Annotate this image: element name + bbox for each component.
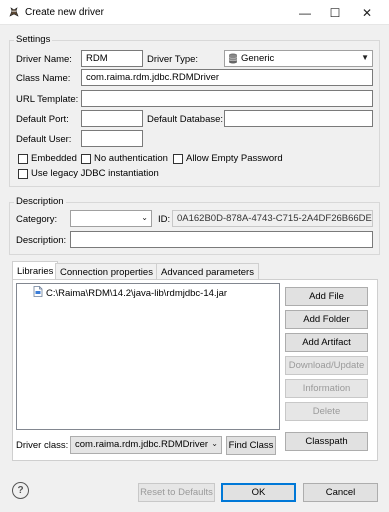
default-port-input[interactable] (81, 110, 143, 127)
embedded-label: Embedded (31, 153, 77, 164)
driver-name-label: Driver Name: (16, 54, 72, 65)
title-bar: Create new driver — ☐ ✕ (0, 0, 389, 25)
id-label: ID: (158, 214, 171, 225)
tab-libraries[interactable]: Libraries (12, 261, 59, 280)
jar-file-icon (33, 286, 43, 300)
chevron-down-icon: ▼ (361, 53, 369, 62)
default-port-label: Default Port: (16, 114, 69, 125)
tab-connection-properties[interactable]: Connection properties (55, 263, 158, 280)
driver-class-label: Driver class: (16, 440, 69, 451)
close-button[interactable]: ✕ (352, 0, 382, 25)
class-name-input[interactable]: com.raima.rdm.jdbc.RDMDriver (81, 69, 373, 86)
description-group-title: Description (14, 196, 66, 207)
driver-name-input[interactable]: RDM (81, 50, 143, 67)
delete-button[interactable]: Delete (285, 402, 368, 421)
allow-empty-password-checkbox-box[interactable] (173, 153, 183, 164)
list-item[interactable]: C:\Raima\RDM\14.2\java-lib\rdmjdbc-14.ja… (33, 286, 227, 300)
class-name-label: Class Name: (16, 73, 71, 84)
description-input[interactable] (70, 231, 373, 248)
category-select[interactable]: ⌄ (70, 210, 152, 227)
driver-type-value: Generic (241, 53, 275, 64)
driver-type-select[interactable]: Generic ▼ (224, 50, 373, 67)
no-auth-checkbox-box[interactable] (81, 153, 91, 164)
help-glyph: ? (17, 485, 24, 496)
library-path: C:\Raima\RDM\14.2\java-lib\rdmjdbc-14.ja… (46, 287, 228, 299)
add-folder-button[interactable]: Add Folder (285, 310, 368, 329)
information-button[interactable]: Information (285, 379, 368, 398)
add-file-button[interactable]: Add File (285, 287, 368, 306)
window-title: Create new driver (25, 7, 104, 18)
ok-button[interactable]: OK (221, 483, 296, 502)
driver-class-select[interactable]: com.raima.rdm.jdbc.RDMDriver ⌄ (70, 436, 222, 454)
url-template-input[interactable] (81, 90, 373, 107)
settings-group-title: Settings (14, 34, 53, 45)
url-template-label: URL Template: (16, 94, 79, 105)
no-auth-checkbox[interactable]: No authentication (81, 153, 168, 164)
legacy-jdbc-checkbox[interactable]: Use legacy JDBC instantiation (18, 168, 159, 179)
allow-empty-password-label: Allow Empty Password (186, 153, 283, 164)
default-user-label: Default User: (16, 134, 72, 145)
download-update-button[interactable]: Download/Update (285, 356, 368, 375)
allow-empty-password-checkbox[interactable]: Allow Empty Password (173, 153, 283, 164)
minimize-button[interactable]: — (290, 0, 320, 25)
classpath-button[interactable]: Classpath (285, 432, 368, 451)
embedded-checkbox-box[interactable] (18, 153, 28, 164)
chevron-down-icon: ⌄ (141, 213, 148, 222)
find-class-button[interactable]: Find Class (226, 436, 276, 455)
legacy-jdbc-label: Use legacy JDBC instantiation (31, 168, 159, 179)
no-auth-label: No authentication (94, 153, 168, 164)
id-field[interactable]: 0A162B0D-878A-4743-C715-2A4DF26B66DE (172, 210, 373, 227)
help-icon[interactable]: ? (12, 482, 29, 499)
description-label: Description: (16, 235, 67, 246)
category-label: Category: (16, 214, 58, 225)
tab-advanced-parameters-label: Advanced parameters (161, 266, 254, 278)
reset-to-defaults-button[interactable]: Reset to Defaults (138, 483, 215, 502)
tab-advanced-parameters[interactable]: Advanced parameters (156, 263, 259, 280)
tab-connection-properties-label: Connection properties (60, 266, 153, 278)
default-user-input[interactable] (81, 130, 143, 147)
maximize-button[interactable]: ☐ (320, 0, 350, 25)
default-database-label: Default Database: (147, 114, 224, 125)
embedded-checkbox[interactable]: Embedded (18, 153, 77, 164)
library-list[interactable]: C:\Raima\RDM\14.2\java-lib\rdmjdbc-14.ja… (16, 283, 280, 430)
driver-type-label: Driver Type: (147, 54, 199, 65)
driver-class-value: com.raima.rdm.jdbc.RDMDriver (75, 439, 209, 450)
cancel-button[interactable]: Cancel (303, 483, 378, 502)
add-artifact-button[interactable]: Add Artifact (285, 333, 368, 352)
default-database-input[interactable] (224, 110, 373, 127)
dbeaver-logo-icon (8, 6, 20, 18)
legacy-jdbc-checkbox-box[interactable] (18, 168, 28, 179)
tab-libraries-label: Libraries (17, 265, 54, 277)
chevron-down-icon: ⌄ (211, 439, 218, 448)
database-icon (228, 53, 238, 66)
